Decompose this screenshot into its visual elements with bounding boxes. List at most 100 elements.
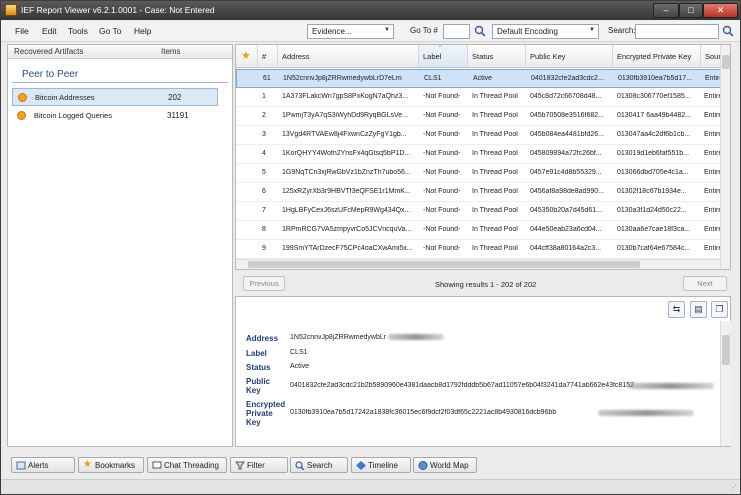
detail-address-value: 1N52cnnvJp8jZRRwmedywbLr xyxy=(290,334,387,341)
table-cell: 6 xyxy=(262,188,266,195)
scroll-thumb[interactable] xyxy=(248,261,640,268)
minimize-button[interactable]: – xyxy=(653,3,679,18)
table-cell: -Not Found- xyxy=(423,112,461,119)
table-cell: In Thread Pool xyxy=(472,150,518,157)
table-cell: 61 xyxy=(263,75,271,82)
column-number[interactable]: # xyxy=(258,45,278,68)
close-button[interactable]: ✕ xyxy=(703,3,738,18)
results-info: Showing results 1 - 202 of 202 xyxy=(435,280,537,289)
bookmarks-label: Bookmarks xyxy=(95,461,136,470)
bitcoin-icon xyxy=(18,93,27,102)
table-cell: 199SmYTArDzecF75CPc4oaCXwAmi5x... xyxy=(282,245,413,252)
maximize-button[interactable]: □ xyxy=(679,3,703,18)
table-cell: 13Vgd4RTVAEw8j4FxwnCzZyFgY1gb... xyxy=(282,131,407,138)
table-cell: Entire xyxy=(704,207,720,214)
menu-edit[interactable]: Edit xyxy=(42,26,57,36)
table-cell: In Thread Pool xyxy=(472,245,518,252)
table-cell: 0401832cfe2ad3cdc2... xyxy=(531,75,604,82)
column-address[interactable]: Address xyxy=(278,45,419,68)
grid-horizontal-scrollbar[interactable] xyxy=(236,259,720,269)
alerts-button[interactable]: Alerts xyxy=(11,457,75,473)
menu-bar: File Edit Tools Go To Help Evidence... ▼… xyxy=(1,21,740,42)
table-row[interactable]: 8 1RPmRCG7VA5zmpyvrCo5JCVncquVa... -Not Fo… xyxy=(236,221,730,240)
column-encrypted-private-key[interactable]: Encrypted Private Key xyxy=(613,45,701,68)
detail-vertical-scrollbar[interactable] xyxy=(720,321,731,446)
chevron-down-icon: ▼ xyxy=(589,27,595,33)
menu-file[interactable]: File xyxy=(15,26,29,36)
table-cell: 5 xyxy=(262,169,266,176)
search-label: Search xyxy=(307,461,333,470)
timeline-button[interactable]: Timeline xyxy=(351,457,411,473)
menu-goto[interactable]: Go To xyxy=(99,26,122,36)
grid-vertical-scrollbar[interactable] xyxy=(720,45,730,269)
table-cell: 1 xyxy=(262,93,266,100)
column-source[interactable]: Sourc xyxy=(701,45,721,68)
evidence-dropdown[interactable]: Evidence... ▼ xyxy=(307,24,394,39)
table-cell: Entire xyxy=(704,150,720,157)
redaction-blur xyxy=(598,410,694,416)
table-cell: In Thread Pool xyxy=(472,207,518,214)
table-row[interactable]: 4 1KorQHYY4Wofn2YnsFx4qGtsq5bP1D... -Not F… xyxy=(236,145,730,164)
group-peer-to-peer[interactable]: Peer to Peer xyxy=(12,67,228,83)
table-cell: 045b70508e3516f682... xyxy=(530,112,604,119)
link-icon[interactable]: ⇆ xyxy=(668,301,685,318)
world-map-button[interactable]: World Map xyxy=(413,457,477,473)
table-cell: CLS1 xyxy=(424,75,442,82)
table-row[interactable]: 9 199SmYTArDzecF75CPc4oaCXwAmi5x... -Not F… xyxy=(236,240,730,259)
table-row[interactable]: 61 1N52cnnvJp8jZRRwmedywbLrD7eLm CLS1 Activ… xyxy=(236,69,730,88)
encoding-dropdown[interactable]: Default Encoding ▼ xyxy=(492,24,599,39)
header-items[interactable]: Items xyxy=(161,47,181,56)
table-cell: 125xRZyrXb3r9HBVTf3eQFSE1r1MmK... xyxy=(282,188,411,195)
table-row[interactable]: 2 1PwmjT3yA7qS3iWyhDd9RyqBGLsVe... -Not Fo… xyxy=(236,107,730,126)
table-row[interactable]: 3 13Vgd4RTVAEw8j4FxwnCzZyFgY1gb... -Not Fo… xyxy=(236,126,730,145)
chat-threading-label: Chat Threading xyxy=(164,461,219,470)
artifact-bitcoin-addresses[interactable]: Bitcoin Addresses 202 xyxy=(12,88,218,106)
artifacts-header: Recovered Artifacts Items xyxy=(8,45,232,59)
table-cell: 1HgLBFyCexJ6szUFcMepR9Wg434Qx... xyxy=(282,207,411,214)
artifacts-panel: Recovered Artifacts Items Peer to Peer B… xyxy=(7,44,233,447)
artifact-bitcoin-logged-queries[interactable]: Bitcoin Logged Queries 31191 xyxy=(12,107,218,125)
table-row[interactable]: 7 1HgLBFyCexJ6szUFcMepR9Wg434Qx... -Not Fo… xyxy=(236,202,730,221)
table-cell: -Not Found- xyxy=(423,169,461,176)
scroll-thumb[interactable] xyxy=(722,335,730,365)
filter-icon xyxy=(235,461,245,470)
chat-threading-button[interactable]: Chat Threading xyxy=(147,457,227,473)
pager: Previous Showing results 1 - 202 of 202 … xyxy=(235,273,731,293)
artifact-label: Bitcoin Addresses xyxy=(35,93,95,102)
search-button[interactable]: Search xyxy=(290,457,348,473)
menu-help[interactable]: Help xyxy=(134,26,151,36)
report-icon[interactable]: ▤ xyxy=(690,301,707,318)
search-input[interactable] xyxy=(635,24,719,39)
menu-tools[interactable]: Tools xyxy=(68,26,88,36)
table-cell: 0130fb3910ea7b5d17... xyxy=(618,75,692,82)
table-cell: 0457e91c4d8b55329... xyxy=(530,169,602,176)
table-row[interactable]: 5 1G9NqTCn3xjRwGbVz1bZnzTh7ubo56... -Not F… xyxy=(236,164,730,183)
table-cell: Entire xyxy=(704,169,720,176)
previous-button[interactable]: Previous xyxy=(243,276,285,291)
table-cell: 1A373FLakcWn7gpS8PxKogN7aQhz3... xyxy=(282,93,409,100)
world-map-label: World Map xyxy=(430,461,469,470)
scroll-thumb[interactable] xyxy=(722,55,730,69)
next-button[interactable]: Next xyxy=(683,276,727,291)
filter-button[interactable]: Filter xyxy=(230,457,288,473)
chevron-down-icon: ▼ xyxy=(384,27,390,33)
goto-search-icon[interactable] xyxy=(474,25,486,37)
timeline-label: Timeline xyxy=(368,461,398,470)
resize-grip-icon[interactable]: ⋰ xyxy=(730,484,737,492)
bookmarks-button[interactable]: ★ Bookmarks xyxy=(78,457,144,473)
goto-input[interactable] xyxy=(443,24,470,39)
search-icon[interactable] xyxy=(722,25,734,37)
table-cell: 01308c306770ef1585... xyxy=(617,93,691,100)
table-cell: 0130b7caf64e67584c... xyxy=(617,245,691,252)
table-row[interactable]: 1 1A373FLakcWn7gpS8PxKogN7aQhz3... -Not Fo… xyxy=(236,88,730,107)
column-public-key[interactable]: Public Key xyxy=(526,45,613,68)
table-row[interactable]: 6 125xRZyrXb3r9HBVTf3eQFSE1r1MmK... -Not F… xyxy=(236,183,730,202)
header-recovered-artifacts[interactable]: Recovered Artifacts xyxy=(14,47,83,56)
detail-panel: ⇆ ▤ ❐ Address 1N52cnnvJp8jZRRwmedywbLr L… xyxy=(235,296,731,447)
windows-icon[interactable]: ❐ xyxy=(711,301,728,318)
column-label[interactable]: ^ Label xyxy=(419,45,468,68)
table-cell: -Not Found- xyxy=(423,245,461,252)
column-status[interactable]: Status xyxy=(468,45,526,68)
table-cell: -Not Found- xyxy=(423,207,461,214)
column-bookmark[interactable]: ★ xyxy=(236,45,258,68)
